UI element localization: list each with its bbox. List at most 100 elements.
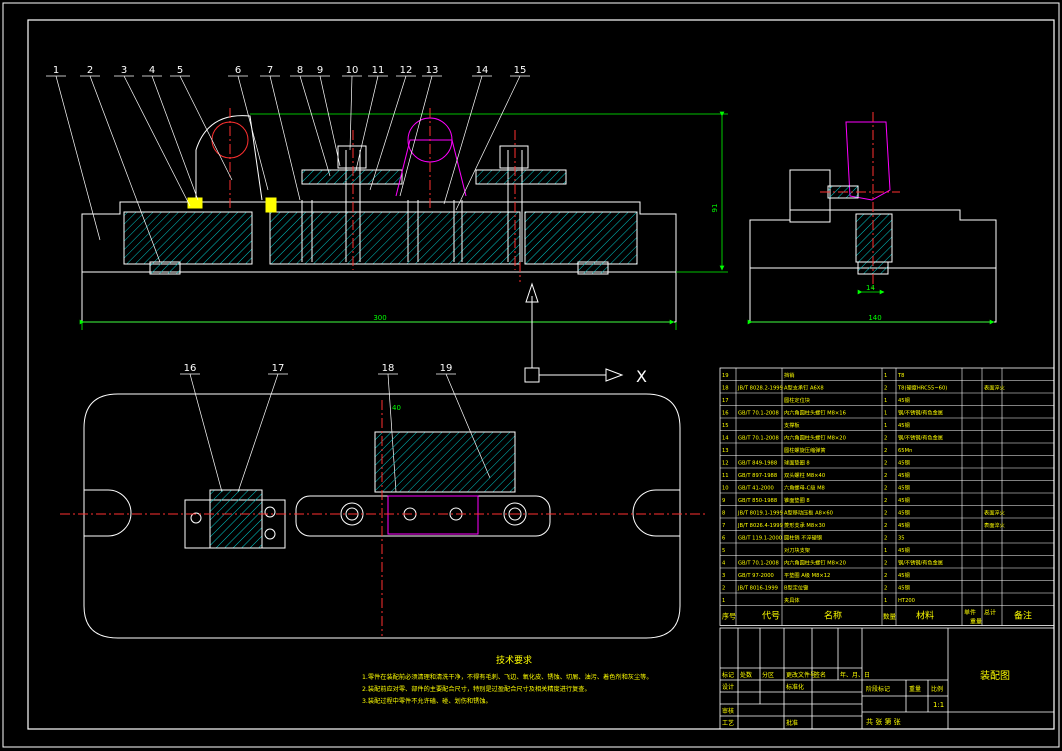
bom-cell-name: 圆柱螺旋压缩弹簧 [784, 446, 826, 454]
bom-cell-qty: 2 [884, 486, 887, 492]
bom-cell-material: 65Mn [898, 448, 912, 454]
bom-cell-name: A型移动压板 A8×60 [784, 509, 833, 517]
bom-cell-qty: 1 [884, 373, 887, 379]
top-view [60, 393, 708, 639]
leader-line [123, 75, 191, 207]
part-balloon: 9 [317, 65, 323, 76]
bom-cell-name: 内六角圆柱头螺钉 M8×20 [784, 559, 846, 567]
note-line: 3.装配过程中零件不允许磕、碰、划伤和锈蚀。 [362, 697, 492, 705]
part-balloon: 4 [149, 65, 155, 76]
part-balloon: 18 [382, 363, 395, 374]
bom-cell-no: 14 [722, 436, 729, 442]
label-process: 工艺 [722, 719, 734, 727]
part-balloon: 6 [235, 65, 241, 76]
bom-cell-name: 锥面垫圈 8 [784, 496, 810, 504]
bom-cell-material: 45钢 [898, 396, 910, 404]
part-balloon: 8 [297, 65, 303, 76]
bom-cell-remark: 表面淬火 [984, 384, 1005, 392]
bom-cell-material: 45钢 [898, 459, 910, 467]
part-balloon: 13 [426, 65, 439, 76]
label-scale: 比例 [931, 685, 943, 693]
bom-cell-material: 35 [898, 536, 905, 542]
bom-cell-code: GB/T 897-1988 [738, 473, 777, 479]
bom-header-code: 代号 [762, 611, 780, 622]
label-weight: 重量 [909, 685, 921, 693]
label-sign: 签名 [814, 671, 826, 679]
leader-line [399, 75, 433, 197]
bom-cell-material: 45钢 [898, 521, 910, 529]
bom-cell-code: GB/T 850-1988 [738, 498, 777, 504]
ucs-icon [524, 282, 624, 383]
bom-cell-no: 1 [722, 598, 725, 604]
top-support-plate [374, 431, 516, 493]
clamp-plate-left [301, 169, 403, 185]
bom-cell-material: 45钢 [898, 471, 910, 479]
label-stage: 阶段标记 [866, 685, 890, 693]
bom-cell-qty: 2 [884, 473, 887, 479]
bom-cell-name: 六角螺母-C级 M8 [784, 484, 825, 492]
bom-cell-name: 双头螺柱 M8×40 [784, 471, 825, 479]
label-zone: 分区 [762, 671, 774, 679]
bom-cell-remark: 表面淬火 [984, 521, 1005, 529]
bom-cell-name: 对刀块支架 [784, 546, 810, 554]
bom-cell-code: GB/T 97-2000 [738, 573, 774, 579]
bom-cell-no: 11 [722, 473, 729, 479]
clamp-plate-right [475, 169, 567, 185]
bom-cell-qty: 2 [884, 586, 887, 592]
bom-cell-material: 钢/不锈钢/有色金属 [898, 559, 943, 567]
bom-cell-name: 夹具体 [784, 596, 800, 604]
bom-cell-qty: 2 [884, 448, 887, 454]
bom-cell-no: 13 [722, 448, 729, 454]
part-balloons: 1 2 3 4 5 6 7 8 9 10 11 12 13 14 1516 17 18 19 [46, 65, 530, 493]
bom-cell-code: JB/T 8028.2-1999 [737, 386, 783, 392]
bom-cell-code: JB/T 8016-1999 [737, 586, 778, 592]
bom-cell-qty: 2 [884, 561, 887, 567]
bom-cell-code: GB/T 70.1-2008 [738, 411, 779, 417]
bom-cell-name: 圆柱销 不淬硬钢 [784, 534, 822, 542]
bom-cell-material: 45钢 [898, 484, 910, 492]
drawing-name: 装配图 [980, 669, 1010, 682]
bom-cell-no: 4 [722, 561, 726, 567]
bom-cell-no: 8 [722, 511, 725, 517]
leader-line [349, 75, 353, 151]
note-line: 1.零件在装配前必须清理和清洗干净，不得有毛刺、飞边、氧化皮、锈蚀、切屑、油污、… [362, 673, 653, 681]
locating-key-left [149, 261, 181, 275]
label-count: 处数 [740, 671, 752, 679]
notes-title: 技术要求 [496, 654, 532, 666]
workpiece-profile [395, 139, 467, 197]
bom-cell-code: GB/T 849-1988 [738, 461, 777, 467]
dim-side-small: 14 [866, 284, 875, 292]
bom-cell-no: 9 [722, 498, 725, 504]
bom-cell-no: 2 [722, 586, 725, 592]
bom-cell-no: 19 [722, 373, 729, 379]
bom-cell-material: 45钢 [898, 509, 910, 517]
leader-line [269, 75, 301, 201]
bom-cell-no: 16 [722, 411, 729, 417]
axis-x-label: X [636, 367, 647, 386]
locator-hatch [209, 489, 263, 549]
bom-cell-name: 支撑板 [784, 421, 800, 429]
dim-height: 91 [711, 204, 719, 213]
bom-cell-code: JB/T 8019.1-1999 [737, 511, 783, 517]
bom-cell-material: 45钢 [898, 571, 910, 579]
section-hatch-right [524, 211, 638, 265]
bom-cell-name: 平垫圈 A级 M8×12 [784, 571, 830, 579]
leader-line [151, 75, 199, 201]
bom-cell-no: 3 [722, 573, 725, 579]
leader-line [355, 75, 379, 171]
part-balloon: 1 [53, 65, 59, 76]
leader-line [455, 75, 521, 211]
slot-left [84, 489, 132, 537]
part-balloon: 10 [346, 65, 359, 76]
bom-header-single: 单件 [964, 609, 976, 617]
bom-cell-name: 挡销 [784, 371, 794, 379]
part-balloon: 17 [272, 363, 285, 374]
bom-cell-qty: 1 [884, 398, 887, 404]
top-workpiece [387, 495, 479, 535]
bom-cell-no: 15 [722, 423, 729, 429]
bom-cell-qty: 2 [884, 511, 887, 517]
bom-cell-name: 内六角圆柱头螺钉 M8×20 [784, 434, 846, 442]
bom-cell-material: 45钢 [898, 584, 910, 592]
bom-cell-qty: 2 [884, 536, 887, 542]
bom-cell-qty: 1 [884, 423, 887, 429]
